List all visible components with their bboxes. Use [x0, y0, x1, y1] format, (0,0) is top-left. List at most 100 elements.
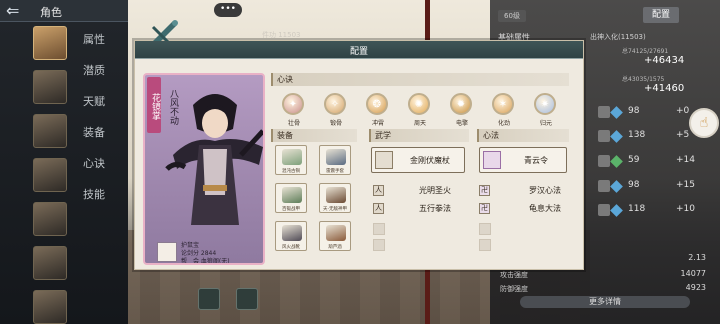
xinjue-orb-icon: ✶	[492, 93, 514, 115]
xinjue-item[interactable]: ✷ 归元	[531, 93, 561, 127]
equip-label: 风火战靴	[282, 245, 300, 250]
equipment-icon	[326, 187, 346, 203]
gem-icon	[610, 106, 623, 119]
stat-plus: +5	[676, 130, 690, 140]
hero-card[interactable]: 花镜掌 八风不动 护鼠宝 论剑分 2844 帮 会 血狼阁(无)	[143, 73, 265, 265]
helmet-icon	[598, 106, 610, 118]
equip-slot[interactable]: 天·无敌神甲	[319, 183, 351, 213]
xinjue-item[interactable]: ✧ 锻骨	[321, 93, 351, 127]
stat-value-1: +46434	[644, 55, 685, 66]
bottom-stat-label: 攻击强度	[500, 271, 528, 279]
hero-portrait	[165, 94, 263, 225]
equip-label: 雷震手套	[326, 169, 344, 174]
empty-slot[interactable]	[373, 223, 385, 235]
bottom-action-icon[interactable]	[198, 288, 220, 310]
character-sidebar: ⇐ 角色 属性 潜质 天赋 装备 心诀 技能	[0, 0, 128, 324]
xinjue-item[interactable]: ✹ 电擎	[447, 93, 477, 127]
hero-thumb[interactable]	[33, 246, 67, 280]
bottom-action-icon[interactable]	[236, 288, 258, 310]
hero-info: 护鼠宝 论剑分 2844 帮 会 血狼阁(无)	[157, 240, 263, 263]
xinjue-label: 归元	[539, 120, 552, 127]
xinjue-label: 冲霄	[371, 120, 384, 127]
xinjue-orb-icon: ✷	[534, 93, 556, 115]
technique-icon: 卍	[479, 185, 490, 196]
config-button[interactable]: 配置	[643, 7, 679, 23]
empty-slot[interactable]	[479, 223, 491, 235]
player-avatar	[157, 242, 177, 262]
tab-skills[interactable]: 技能	[83, 186, 105, 202]
xinfa-main-slot[interactable]: 青云令	[479, 147, 567, 173]
xinfa-section-header: 心法	[477, 129, 569, 142]
xinjue-orb-icon: ✹	[450, 93, 472, 115]
tab-talent[interactable]: 天赋	[83, 93, 105, 109]
gem-icon	[610, 204, 623, 217]
stat-value-2: +41460	[644, 83, 685, 94]
hero-thumb[interactable]	[33, 290, 67, 324]
empty-slot[interactable]	[479, 239, 491, 251]
stat-plus: +10	[676, 204, 695, 214]
total-value-2: 总43035/1575	[622, 76, 665, 83]
tab-equipment[interactable]: 装备	[83, 124, 105, 140]
equip-slot[interactable]: 葫芦酒	[319, 221, 351, 251]
hand-pointer-icon[interactable]: ☝	[689, 108, 719, 138]
equip-label: 葫芦酒	[328, 245, 342, 250]
equip-section-header: 装备	[271, 129, 357, 142]
equip-label: 天·无敌神甲	[323, 207, 347, 212]
tab-potential[interactable]: 潜质	[83, 62, 105, 78]
equipment-icon	[282, 225, 302, 241]
equip-slot[interactable]: 混沌古铜	[275, 145, 307, 175]
helmet-icon	[598, 155, 610, 167]
wuxue-section-header: 武学	[369, 129, 469, 142]
wuxue-sub-item[interactable]: 人 五行拳法	[373, 203, 463, 215]
xinjue-orb-icon: ✦	[282, 93, 304, 115]
wuxue-main-slot[interactable]: 金刚伏魔杖	[371, 147, 465, 173]
more-details-button[interactable]: 更多详情	[520, 296, 690, 308]
xinjue-item[interactable]: ✦ 壮骨	[279, 93, 309, 127]
xinjue-label: 电擎	[455, 120, 468, 127]
hero-thumb[interactable]	[33, 202, 67, 236]
equip-slot[interactable]: 风火战靴	[275, 221, 307, 251]
hero-thumb[interactable]	[33, 70, 67, 104]
wuxue-sub-label: 五行拳法	[419, 204, 451, 213]
sidebar-title: 角色	[40, 6, 62, 19]
helmet-icon	[598, 180, 610, 192]
chat-bubble-button[interactable]: •••	[214, 3, 242, 17]
equipment-icon	[326, 149, 346, 165]
bottom-stat-value: 2.13	[688, 253, 706, 262]
stat-plus: +0	[676, 106, 690, 116]
stat-row: 59 +14	[598, 155, 708, 169]
hero-thumb[interactable]	[33, 26, 67, 60]
xinjue-label: 化劲	[497, 120, 510, 127]
empty-slot[interactable]	[373, 239, 385, 251]
wuxue-sub-label: 光明圣火	[419, 186, 451, 195]
back-arrow-icon[interactable]: ⇐	[6, 1, 19, 20]
xinfa-sub-label: 龟息大法	[529, 204, 561, 213]
stat-row: 98 +15	[598, 180, 708, 194]
xinjue-item[interactable]: ✶ 化劲	[489, 93, 519, 127]
token-icon	[483, 151, 501, 169]
tab-attributes[interactable]: 属性	[83, 31, 105, 47]
xinfa-main-label: 青云令	[524, 156, 548, 165]
xinjue-item[interactable]: ✺ 周天	[405, 93, 435, 127]
technique-icon: 卍	[479, 203, 490, 214]
xinjue-section-header: 心诀	[271, 73, 569, 86]
hero-thumb[interactable]	[33, 114, 67, 148]
stat-value: 98	[628, 106, 640, 116]
hero-thumb[interactable]	[33, 158, 67, 192]
equip-slot[interactable]: 雷震手套	[319, 145, 351, 175]
xinfa-sub-item[interactable]: 卍 罗汉心法	[479, 185, 569, 197]
xinjue-item[interactable]: ❂ 冲霄	[363, 93, 393, 127]
bottom-stat-value: 14077	[680, 269, 706, 278]
xinjue-label: 壮骨	[287, 120, 300, 127]
tab-xinjue[interactable]: 心诀	[83, 155, 105, 171]
xinjue-orb-icon: ❂	[366, 93, 388, 115]
total-value-1: 总74125/27691	[622, 48, 669, 55]
xinjue-orb-icon: ✧	[324, 93, 346, 115]
stat-value: 138	[628, 130, 646, 140]
xinfa-sub-label: 罗汉心法	[529, 186, 561, 195]
gem-icon	[610, 180, 623, 193]
wuxue-sub-item[interactable]: 人 光明圣火	[373, 185, 463, 197]
equip-slot[interactable]: 百锻战甲	[275, 183, 307, 213]
wuxue-main-label: 金刚伏魔杖	[410, 156, 450, 165]
xinfa-sub-item[interactable]: 卍 龟息大法	[479, 203, 569, 215]
